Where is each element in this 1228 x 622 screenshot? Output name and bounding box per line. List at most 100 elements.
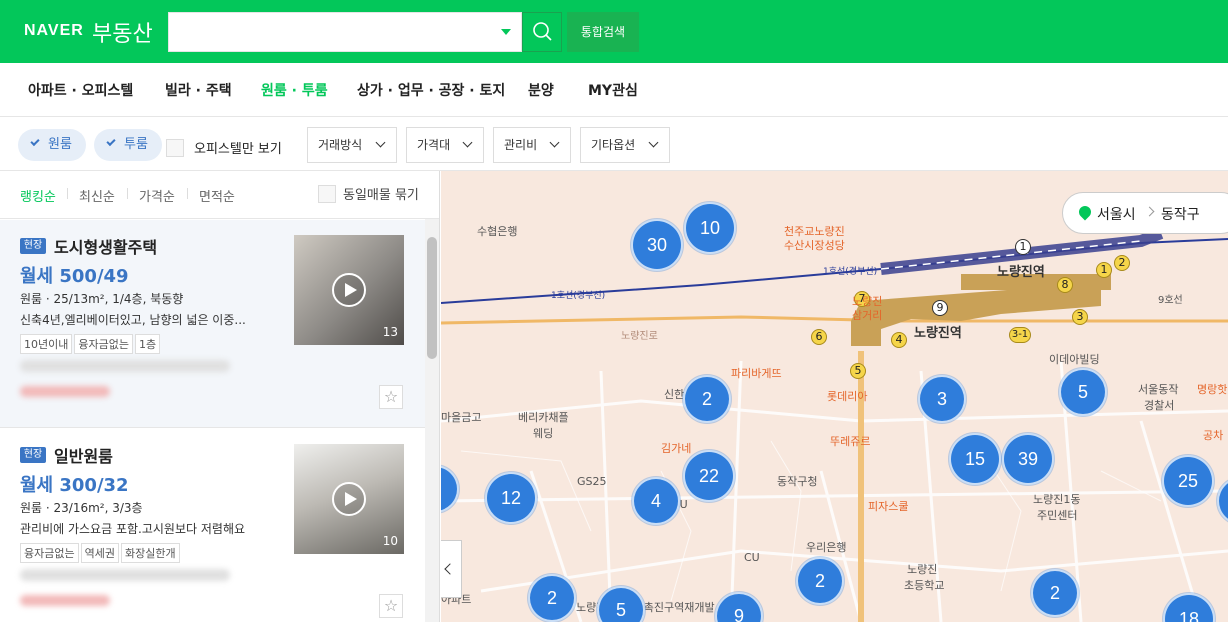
listing-title[interactable]: 도시형생활주택 bbox=[54, 234, 157, 258]
favorite-star-icon[interactable]: ☆ bbox=[379, 385, 403, 409]
map-label-gimgane[interactable]: 김가네 bbox=[661, 440, 691, 456]
cluster-marker[interactable]: 15 bbox=[949, 433, 1001, 485]
chip-tworoom[interactable]: 투룸 bbox=[94, 129, 162, 161]
nav-commercial[interactable]: 상가 · 업무 · 공장 · 토지 bbox=[357, 80, 505, 100]
nav-apartment-officetel[interactable]: 아파트 · 오피스텔 bbox=[28, 80, 133, 100]
listing-thumbnail[interactable]: 13 bbox=[294, 235, 404, 345]
search-input[interactable] bbox=[169, 13, 489, 51]
exit-marker[interactable]: 3 bbox=[1072, 309, 1088, 325]
map-label-school[interactable]: 노량진 bbox=[907, 561, 937, 577]
sort-price[interactable]: 가격순 bbox=[139, 186, 175, 205]
breadcrumb-city[interactable]: 서울시 bbox=[1097, 204, 1136, 224]
map-label-community-2: 주민센터 bbox=[1037, 509, 1078, 522]
exit-marker[interactable]: 6 bbox=[811, 329, 827, 345]
favorite-star-icon[interactable]: ☆ bbox=[379, 594, 403, 618]
map-label-myeongrang[interactable]: 명랑핫 bbox=[1197, 381, 1227, 397]
map-label-gongcha[interactable]: 공차 bbox=[1203, 427, 1223, 443]
cluster-marker[interactable]: 5 bbox=[1059, 368, 1107, 416]
group-same-checkbox[interactable] bbox=[318, 185, 336, 203]
sort-ranking[interactable]: 랭킹순 bbox=[20, 186, 56, 205]
cluster-marker[interactable]: 2 bbox=[1031, 569, 1079, 617]
exit-marker[interactable]: 8 bbox=[1057, 277, 1073, 293]
cluster-marker[interactable]: 3 bbox=[918, 375, 966, 423]
sort-area[interactable]: 면적순 bbox=[199, 186, 235, 205]
officetel-only-label[interactable]: 오피스텔만 보기 bbox=[194, 138, 282, 157]
map-label-station-9[interactable]: 노량진역 bbox=[914, 322, 962, 341]
cluster-marker[interactable]: 22 bbox=[683, 450, 735, 502]
listing-title[interactable]: 일반원룸 bbox=[54, 443, 113, 467]
exit-marker[interactable]: 4 bbox=[891, 332, 907, 348]
listing-price[interactable]: 월세 500/49 bbox=[20, 262, 129, 288]
chevron-down-icon[interactable] bbox=[501, 29, 511, 35]
officetel-only-checkbox[interactable] bbox=[166, 139, 184, 157]
map-label-gs25[interactable]: GS25 bbox=[577, 475, 607, 488]
cluster-marker[interactable]: 25 bbox=[1162, 455, 1214, 507]
dropdown-trade-type[interactable]: 거래방식 bbox=[307, 127, 397, 163]
integrated-search-button[interactable]: 통합검색 bbox=[567, 12, 639, 52]
location-breadcrumb[interactable]: 서울시 동작구 bbox=[1062, 192, 1228, 234]
cluster-marker[interactable]: 30 bbox=[631, 219, 683, 271]
dropdown-price-range[interactable]: 가격대 bbox=[406, 127, 484, 163]
divider bbox=[127, 188, 128, 199]
cluster-marker[interactable]: 12 bbox=[485, 472, 537, 524]
map-label-wedding-2: 웨딩 bbox=[533, 427, 554, 440]
group-same-label[interactable]: 동일매물 묶기 bbox=[343, 184, 419, 203]
dropdown-other-options[interactable]: 기타옵션 bbox=[580, 127, 670, 163]
chevron-down-icon bbox=[648, 137, 659, 148]
play-icon[interactable] bbox=[332, 482, 366, 516]
exit-marker[interactable]: 9 bbox=[932, 300, 948, 316]
map-label-paris-baguette[interactable]: 파리바게뜨 bbox=[731, 365, 782, 381]
exit-marker[interactable]: 3-1 bbox=[1009, 327, 1031, 343]
search-button[interactable] bbox=[522, 12, 562, 52]
cluster-marker[interactable]: 2 bbox=[683, 375, 731, 423]
onsite-badge: 현장 bbox=[20, 238, 46, 254]
listing-card[interactable]: 현장 도시형생활주택 월세 500/49 원룸 · 25/13m², 1/4층,… bbox=[0, 220, 425, 428]
panel-collapse-button[interactable] bbox=[441, 540, 462, 598]
naver-logo[interactable]: NAVER bbox=[24, 22, 84, 40]
exit-marker[interactable]: 5 bbox=[850, 363, 866, 379]
sort-latest[interactable]: 최신순 bbox=[79, 186, 115, 205]
breadcrumb-district[interactable]: 동작구 bbox=[1161, 204, 1200, 224]
map-label-shinhan[interactable]: 신한 bbox=[664, 386, 684, 402]
cluster-marker[interactable]: 10 bbox=[684, 202, 736, 254]
blurred-agent-info bbox=[20, 569, 230, 581]
cluster-marker[interactable]: 2 bbox=[528, 574, 576, 622]
nav-presale[interactable]: 분양 bbox=[528, 80, 554, 100]
cluster-marker[interactable]: 4 bbox=[632, 477, 680, 525]
map-label-pizza-school[interactable]: 피자스쿨 bbox=[868, 498, 908, 514]
map-label-idea-building[interactable]: 이데아빌딩 bbox=[1049, 351, 1100, 367]
nav-oneroom-tworoom[interactable]: 원룸 · 투룸 bbox=[261, 80, 328, 100]
map-label-touslesjours[interactable]: 뚜레쥬르 bbox=[830, 433, 870, 449]
location-pin-icon bbox=[1076, 203, 1094, 221]
listing-price[interactable]: 월세 300/32 bbox=[20, 471, 129, 497]
scrollbar[interactable] bbox=[425, 219, 439, 622]
exit-marker[interactable]: 1 bbox=[1096, 262, 1112, 278]
cluster-marker[interactable]: 2 bbox=[796, 557, 844, 605]
nav-my-interest[interactable]: MY관심 bbox=[588, 80, 638, 100]
service-title[interactable]: 부동산 bbox=[92, 16, 153, 48]
search-box[interactable] bbox=[168, 12, 522, 52]
listing-tags: 10년이내 융자금없는 1층 bbox=[20, 334, 162, 354]
dropdown-maintenance-fee[interactable]: 관리비 bbox=[493, 127, 571, 163]
exit-marker[interactable]: 2 bbox=[1114, 255, 1130, 271]
map-label-woori[interactable]: 우리은행 bbox=[806, 539, 846, 555]
listing-thumbnail[interactable]: 10 bbox=[294, 444, 404, 554]
exit-marker[interactable]: 1 bbox=[1015, 239, 1031, 255]
play-icon[interactable] bbox=[332, 273, 366, 307]
map-label-police[interactable]: 서울동작 bbox=[1138, 381, 1178, 397]
nav-villa-house[interactable]: 빌라 · 주택 bbox=[165, 80, 232, 100]
map-label-lotteria[interactable]: 롯데리아 bbox=[827, 388, 867, 404]
listing-card[interactable]: 현장 일반원룸 월세 300/32 원룸 · 23/16m², 3/3층 관리비… bbox=[0, 429, 425, 622]
chip-oneroom[interactable]: 원룸 bbox=[18, 129, 86, 161]
map-label-wedding[interactable]: 베리카채플 bbox=[518, 409, 569, 425]
map-label-community[interactable]: 노량진1동 bbox=[1033, 491, 1080, 507]
cluster-marker[interactable]: 39 bbox=[1002, 433, 1054, 485]
divider bbox=[67, 188, 68, 199]
map-label-geumgo[interactable]: 마을금고 bbox=[441, 409, 481, 425]
map-label-station[interactable]: 노량진역 bbox=[997, 261, 1045, 280]
map-view[interactable]: 1 9 8 7 6 5 4 3 3-1 1 2 수협은행 천주교노량진 수산시장… bbox=[441, 171, 1228, 622]
map-label-cu-2[interactable]: CU bbox=[744, 551, 760, 564]
map-label-suhyup-bank[interactable]: 수협은행 bbox=[477, 223, 517, 239]
scrollbar-thumb[interactable] bbox=[427, 237, 437, 359]
map-label-dongjak-office[interactable]: 동작구청 bbox=[777, 473, 817, 489]
